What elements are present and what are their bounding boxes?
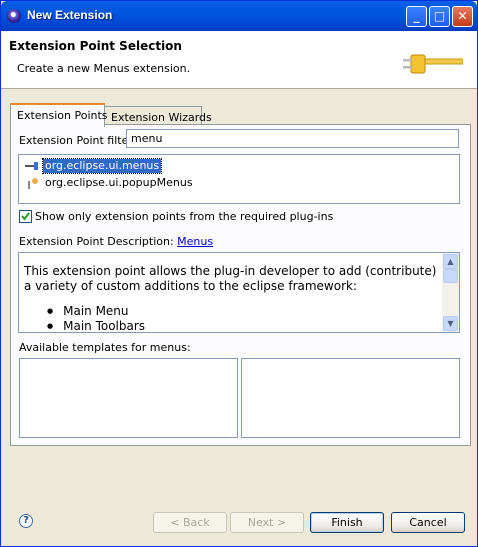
description-text: This extension point allows the plug-in … xyxy=(24,264,437,293)
help-icon[interactable]: ? xyxy=(19,514,33,528)
template-preview xyxy=(241,358,460,438)
tab-label: Extension Points xyxy=(17,109,108,122)
tab-extension-points[interactable]: Extension Points xyxy=(10,103,108,127)
page-subtitle: Create a new Menus extension. xyxy=(17,62,191,75)
description-box[interactable]: This extension point allows the plug-in … xyxy=(18,252,460,333)
scroll-up-icon[interactable]: ▲ xyxy=(443,254,458,269)
show-required-label[interactable]: Show only extension points from the requ… xyxy=(35,210,333,223)
eclipse-icon xyxy=(7,9,21,23)
back-button[interactable]: < Back xyxy=(153,512,227,533)
description-scrollbar[interactable]: ▲ ▼ xyxy=(442,253,459,332)
plug-icon xyxy=(25,162,38,170)
filter-input[interactable]: menu xyxy=(126,129,459,148)
plug-icon xyxy=(28,178,38,189)
description-label: Extension Point Description: Menus xyxy=(19,235,213,248)
close-button[interactable]: ✕ xyxy=(452,6,473,27)
plug-banner-icon xyxy=(403,54,463,74)
list-item-label: org.eclipse.ui.popupMenus xyxy=(45,176,193,189)
scroll-down-icon[interactable]: ▼ xyxy=(443,316,458,331)
window-title: New Extension xyxy=(27,8,113,22)
cancel-button[interactable]: Cancel xyxy=(391,512,465,533)
close-icon: ✕ xyxy=(457,9,468,23)
templates-list[interactable] xyxy=(19,358,238,438)
templates-label: Available templates for menus: xyxy=(19,341,191,354)
bullet-item: Main Menu xyxy=(47,304,145,319)
finish-button[interactable]: Finish xyxy=(310,512,384,533)
list-item-label: org.eclipse.ui.menus xyxy=(41,158,163,174)
show-required-checkbox[interactable] xyxy=(19,210,32,223)
maximize-icon: □ xyxy=(433,9,446,23)
next-button[interactable]: Next > xyxy=(230,512,304,533)
page-title: Extension Point Selection xyxy=(9,39,182,53)
tab-label: Extension Wizards xyxy=(111,111,212,124)
minimize-button[interactable]: _ xyxy=(406,6,427,27)
description-label-text: Extension Point Description: xyxy=(19,235,174,248)
description-link[interactable]: Menus xyxy=(177,235,213,248)
tab-extension-wizards[interactable]: Extension Wizards xyxy=(104,106,212,125)
minimize-icon: _ xyxy=(413,9,420,23)
maximize-button[interactable]: □ xyxy=(429,6,450,27)
filter-label: Extension Point filter: xyxy=(19,134,137,147)
checkmark-icon xyxy=(21,212,30,221)
bullet-item: Main Toolbars xyxy=(47,319,145,332)
description-bullets: Main Menu Main Toolbars xyxy=(47,304,145,332)
new-extension-dialog: New Extension _ □ ✕ Extension Point Sele… xyxy=(0,0,478,547)
extension-point-list[interactable]: org.eclipse.ui.menus org.eclipse.ui.popu… xyxy=(18,154,460,204)
title-bar[interactable]: New Extension _ □ ✕ xyxy=(1,1,477,31)
scroll-thumb[interactable] xyxy=(443,269,458,283)
